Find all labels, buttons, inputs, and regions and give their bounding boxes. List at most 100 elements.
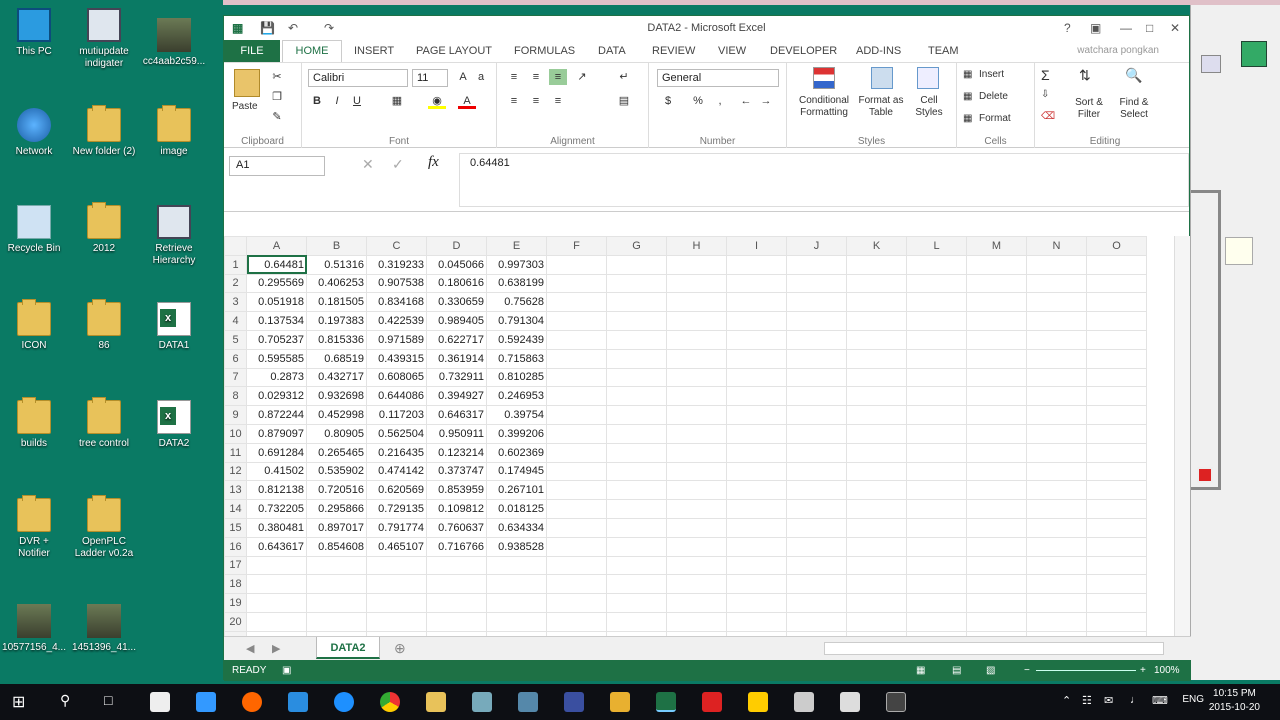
zoom-out-icon[interactable]: − xyxy=(1024,660,1030,681)
desktop-icon[interactable]: Network xyxy=(2,108,66,158)
desktop-icon[interactable]: tree control xyxy=(72,397,136,450)
cell[interactable]: 0.41502 xyxy=(246,461,307,482)
column-header[interactable]: B xyxy=(306,236,367,256)
cell[interactable] xyxy=(486,611,547,632)
column-header[interactable]: N xyxy=(1026,236,1087,256)
cell[interactable] xyxy=(846,611,907,632)
cell[interactable]: 0.439315 xyxy=(366,348,427,369)
cell[interactable] xyxy=(606,611,667,632)
cell[interactable] xyxy=(966,442,1027,463)
cell[interactable] xyxy=(1086,499,1147,519)
row-header[interactable]: 12 xyxy=(224,461,247,482)
conditional-formatting-button[interactable]: Conditional Formatting xyxy=(791,95,857,119)
cell[interactable] xyxy=(726,329,787,350)
wrap-text-icon[interactable]: ↵ xyxy=(615,69,633,85)
cell[interactable] xyxy=(846,329,907,350)
format-cells-button[interactable]: Format xyxy=(979,113,1011,124)
cell[interactable] xyxy=(546,423,607,444)
vertical-scrollbar[interactable] xyxy=(1174,236,1190,636)
desktop-icon[interactable]: mutiupdate indigater xyxy=(72,8,136,70)
cell[interactable] xyxy=(726,611,787,632)
cell[interactable] xyxy=(906,574,967,595)
zoom-level[interactable]: 100% xyxy=(1154,660,1180,681)
row-header[interactable]: 19 xyxy=(224,593,247,613)
cell[interactable]: 0.2873 xyxy=(246,367,307,388)
paste-icon[interactable] xyxy=(234,69,260,97)
cell[interactable] xyxy=(726,461,787,482)
cell[interactable] xyxy=(606,367,667,388)
align-top-icon[interactable]: ≡ xyxy=(505,69,523,85)
search-icon[interactable] xyxy=(1201,55,1221,73)
cell[interactable]: 0.815336 xyxy=(306,329,367,350)
cell[interactable] xyxy=(1086,329,1147,350)
cell[interactable] xyxy=(726,292,787,313)
cell[interactable] xyxy=(426,555,487,576)
cell[interactable] xyxy=(366,555,427,576)
background-window[interactable] xyxy=(1190,5,1280,680)
cell[interactable] xyxy=(1086,254,1147,275)
desktop-icon[interactable]: This PC xyxy=(2,8,66,58)
cell[interactable] xyxy=(546,517,607,538)
cell[interactable] xyxy=(786,367,847,388)
cell[interactable]: 0.791774 xyxy=(366,517,427,538)
cell[interactable] xyxy=(1086,480,1147,501)
app-icon[interactable] xyxy=(610,692,630,712)
message-icon[interactable]: ✉ xyxy=(1104,694,1113,707)
conditional-formatting-icon[interactable] xyxy=(813,67,835,89)
cell-styles-button[interactable]: Cell Styles xyxy=(907,95,951,119)
copy-icon[interactable]: ❐ xyxy=(268,89,286,105)
desktop-icon[interactable]: x DATA1 xyxy=(142,302,206,352)
cell[interactable]: 0.406253 xyxy=(306,273,367,294)
cell[interactable] xyxy=(846,499,907,519)
row-header[interactable]: 17 xyxy=(224,555,247,576)
cell[interactable] xyxy=(1086,555,1147,576)
font-size-select[interactable]: 11 xyxy=(412,69,448,87)
cell[interactable]: 0.330659 xyxy=(426,292,487,313)
row-header[interactable]: 6 xyxy=(224,348,247,369)
cell[interactable]: 0.595585 xyxy=(246,348,307,369)
cell[interactable] xyxy=(846,311,907,331)
clock[interactable]: 10:15 PM 2015-10-20 xyxy=(1209,687,1260,715)
cell[interactable] xyxy=(366,593,427,613)
tab-file[interactable]: FILE xyxy=(224,40,280,62)
stop-icon[interactable] xyxy=(1197,467,1213,483)
row-header[interactable]: 10 xyxy=(224,423,247,444)
row-header[interactable]: 20 xyxy=(224,611,247,632)
cell[interactable]: 0.643617 xyxy=(246,536,307,557)
volume-icon[interactable]: ♩ xyxy=(1130,694,1141,706)
cell[interactable] xyxy=(546,611,607,632)
horizontal-scrollbar[interactable] xyxy=(824,642,1164,655)
cell[interactable]: 0.997303 xyxy=(486,254,547,275)
delete-cells-button[interactable]: Delete xyxy=(979,91,1008,102)
cell[interactable] xyxy=(726,348,787,369)
align-middle-icon[interactable]: ≡ xyxy=(527,69,545,85)
delete-cells-icon[interactable]: ▦ xyxy=(963,91,972,102)
currency-icon[interactable]: $ xyxy=(659,93,677,109)
page-layout-view-icon[interactable]: ▤ xyxy=(952,660,961,681)
cell[interactable] xyxy=(546,593,607,613)
cell[interactable] xyxy=(666,611,727,632)
cell[interactable]: 0.602369 xyxy=(486,442,547,463)
column-header[interactable]: O xyxy=(1086,236,1147,256)
cell[interactable] xyxy=(546,311,607,331)
row-header[interactable]: 5 xyxy=(224,329,247,350)
cell[interactable] xyxy=(546,273,607,294)
prev-sheet-icon[interactable]: ◀ xyxy=(246,642,254,655)
cell[interactable]: 0.853959 xyxy=(426,480,487,501)
cell[interactable] xyxy=(906,517,967,538)
cell[interactable]: 0.971589 xyxy=(366,329,427,350)
cell[interactable] xyxy=(546,405,607,425)
cell[interactable] xyxy=(1026,311,1087,331)
cell[interactable] xyxy=(966,499,1027,519)
cell[interactable] xyxy=(486,593,547,613)
fill-color-icon[interactable]: ◉ xyxy=(428,93,446,109)
cell[interactable] xyxy=(786,311,847,331)
shrink-font-icon[interactable]: a xyxy=(472,69,490,85)
task-view-icon[interactable]: □ xyxy=(104,692,112,708)
cell[interactable] xyxy=(666,367,727,388)
cell[interactable]: 0.123214 xyxy=(426,442,487,463)
cell[interactable] xyxy=(1026,386,1087,407)
cell[interactable] xyxy=(906,405,967,425)
cell[interactable] xyxy=(726,536,787,557)
row-header[interactable]: 15 xyxy=(224,517,247,538)
